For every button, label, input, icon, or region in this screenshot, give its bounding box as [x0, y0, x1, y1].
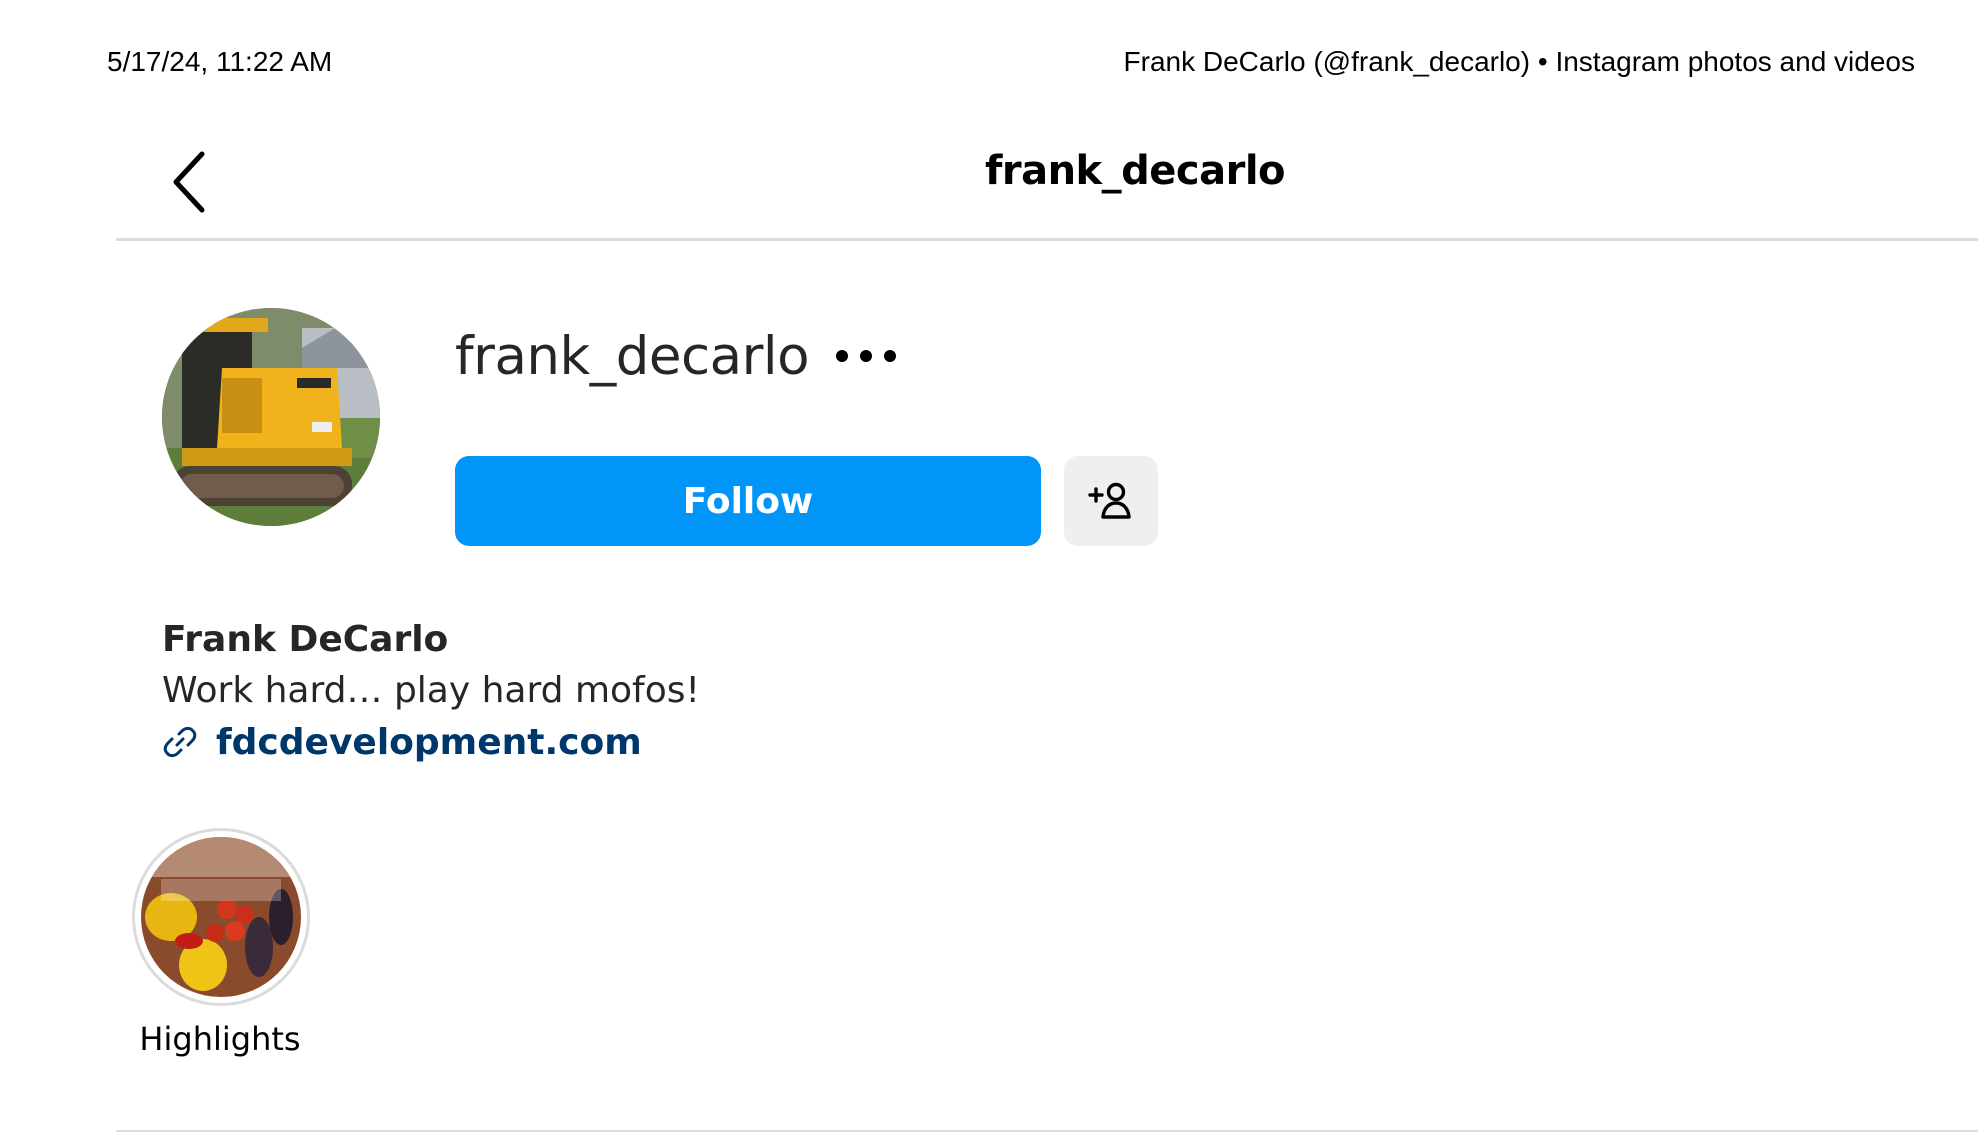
suggested-accounts-button[interactable] [1064, 456, 1158, 546]
profile-full-name: Frank DeCarlo [162, 619, 449, 660]
profile-bio: Frank DeCarlo Work hard… play hard mofos… [162, 614, 1062, 768]
print-header: 5/17/24, 11:22 AM Frank DeCarlo (@frank_… [0, 46, 1978, 86]
profile-username: frank_decarlo [455, 326, 810, 387]
more-options-button[interactable] [832, 338, 900, 374]
story-highlight[interactable]: Highlights [128, 828, 312, 1058]
page-title: frank_decarlo [984, 148, 1286, 194]
highlight-label: Highlights [139, 1020, 301, 1058]
highlight-ring [132, 828, 310, 1006]
website-link-text[interactable]: fdcdevelopment.com [216, 722, 642, 763]
print-timestamp: 5/17/24, 11:22 AM [107, 46, 333, 77]
link-icon [163, 726, 197, 758]
more-horizontal-icon [836, 350, 896, 362]
top-navigation-bar: frank_decarlo [116, 130, 1978, 241]
highlight-cover-image [141, 837, 301, 997]
profile-bio-text: Work hard… play hard mofos! [162, 670, 700, 711]
profile-avatar[interactable] [162, 308, 380, 526]
divider [116, 1130, 1978, 1132]
profile-website-link[interactable]: fdcdevelopment.com [162, 716, 1062, 768]
print-page-title: Frank DeCarlo (@frank_decarlo) • Instagr… [1123, 46, 1915, 77]
avatar-image [162, 308, 380, 526]
add-person-icon [1088, 482, 1131, 519]
follow-button[interactable]: Follow [455, 456, 1041, 546]
